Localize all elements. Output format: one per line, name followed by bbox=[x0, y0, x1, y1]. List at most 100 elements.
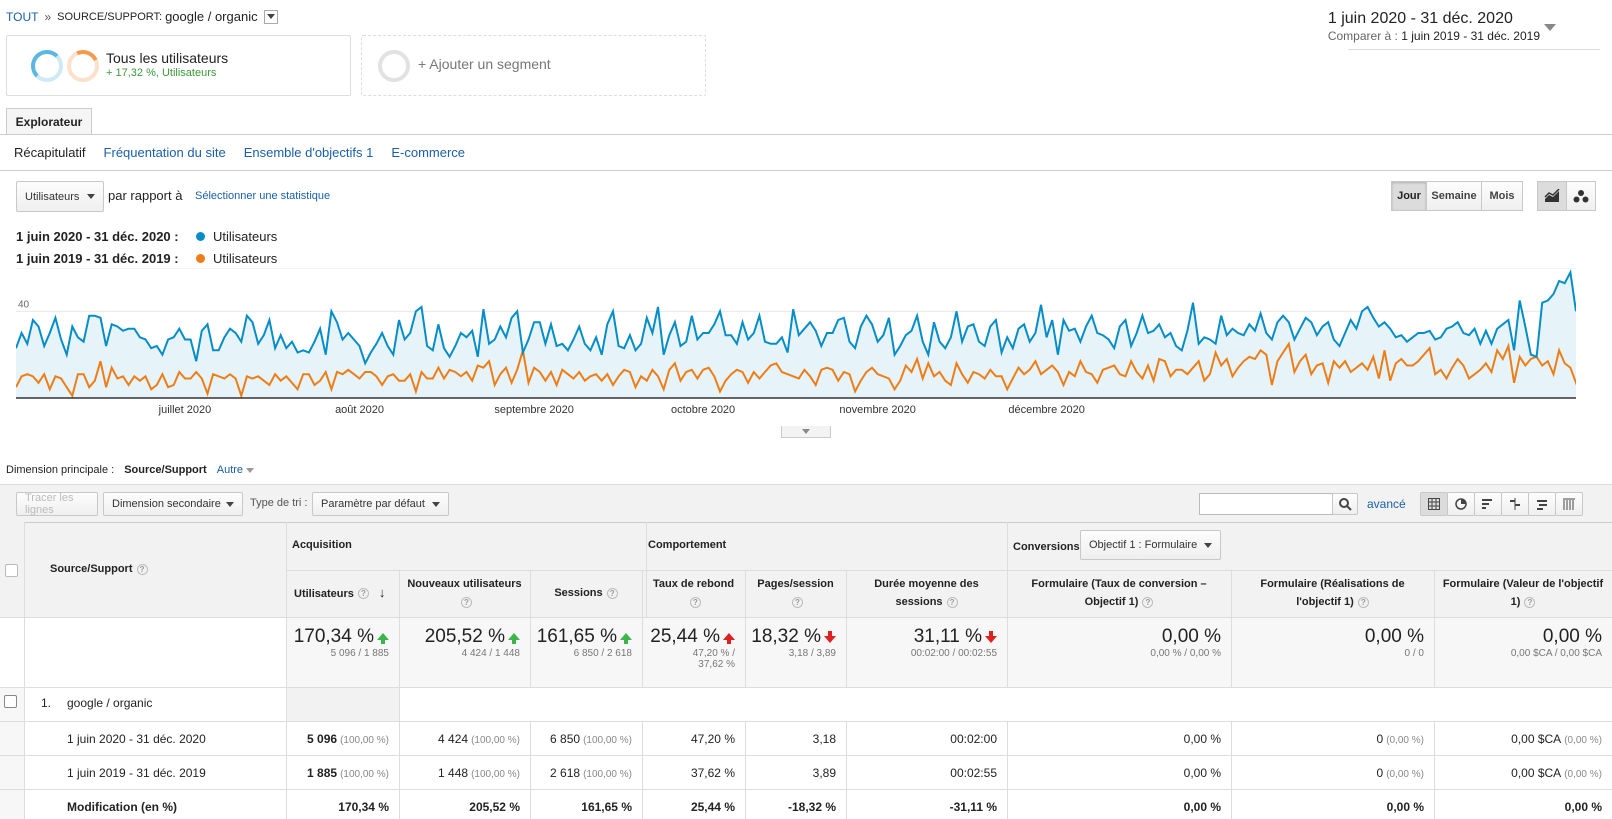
tab-divider bbox=[0, 134, 1612, 135]
legend-dot bbox=[196, 254, 205, 263]
col-header-new-users[interactable]: Nouveaux utilisateurs? bbox=[399, 570, 530, 616]
date-range-picker[interactable]: 1 juin 2020 - 31 déc. 2020 Comparer à : … bbox=[1328, 10, 1540, 43]
breadcrumb-root-link[interactable]: TOUT bbox=[6, 10, 38, 24]
advanced-filter-link[interactable]: avancé bbox=[1367, 497, 1406, 511]
x-tick-label: décembre 2020 bbox=[1008, 404, 1084, 416]
cell-form-completions: 0,00 % bbox=[1386, 800, 1424, 814]
segment-all-users[interactable]: Tous les utilisateurs + 17,32 %, Utilisa… bbox=[6, 35, 351, 96]
term-cloud-view-button[interactable] bbox=[1528, 492, 1556, 516]
breadcrumb-dropdown-button[interactable] bbox=[263, 9, 278, 24]
legend-previous: 1 juin 2019 - 31 déc. 2019 : Utilisateur… bbox=[16, 251, 277, 266]
row-checkbox[interactable] bbox=[4, 695, 17, 708]
arrow-down-icon bbox=[985, 631, 997, 644]
help-icon[interactable]: ? bbox=[136, 563, 148, 575]
col-header-users[interactable]: Utilisateurs? ↓ bbox=[286, 570, 399, 616]
versus-label: par rapport à bbox=[108, 188, 183, 203]
pivot-view-button[interactable] bbox=[1555, 492, 1583, 516]
granularity-week-button[interactable]: Semaine bbox=[1426, 181, 1482, 211]
total-form-completions: 0,00 % 0 / 0 bbox=[1231, 626, 1424, 659]
subtab-goal-set[interactable]: Ensemble d'objectifs 1 bbox=[244, 145, 374, 160]
col-header-bounce-rate[interactable]: Taux de rebond? bbox=[642, 570, 745, 616]
primary-dimension-row: Dimension principale : Source/Support Au… bbox=[6, 464, 255, 476]
x-tick-label: septembre 2020 bbox=[494, 404, 574, 416]
help-icon[interactable]: ? bbox=[461, 596, 472, 608]
granularity-month-button[interactable]: Mois bbox=[1481, 181, 1523, 211]
search-button[interactable] bbox=[1332, 493, 1358, 515]
line-chart-icon bbox=[1544, 189, 1560, 202]
sort-arrow-down-icon[interactable]: ↓ bbox=[379, 585, 386, 600]
metric-select[interactable]: Utilisateurs bbox=[16, 181, 104, 212]
legend-period: 1 juin 2019 - 31 déc. 2019 : bbox=[16, 251, 179, 266]
add-segment-button[interactable]: + Ajouter un segment bbox=[361, 35, 706, 96]
cell-avg-session-duration: 00:02:00 bbox=[950, 732, 997, 746]
metric-select-value: Utilisateurs bbox=[25, 190, 80, 203]
subtab-ecommerce[interactable]: E-commerce bbox=[391, 145, 465, 160]
chart-collapse-handle[interactable] bbox=[781, 426, 831, 438]
segment-change: + 17,32 %, Utilisateurs bbox=[106, 67, 217, 79]
breadcrumb-dimension: SOURCE/SUPPORT: bbox=[57, 10, 163, 23]
total-compare: 4 424 / 1 448 bbox=[461, 648, 520, 659]
col-header-form-value[interactable]: Formulaire (Valeur de l'objectif 1)? bbox=[1434, 570, 1612, 616]
row-dimension-link[interactable]: google / organic bbox=[67, 696, 152, 710]
breadcrumb-value: google / organic bbox=[165, 9, 258, 24]
select-all-checkbox[interactable] bbox=[5, 564, 18, 577]
total-pages-per-session: 18,32 % 3,18 / 3,89 bbox=[745, 626, 836, 659]
primary-dimension-current[interactable]: Source/Support bbox=[124, 464, 207, 476]
dim-header[interactable]: Source/Support? bbox=[50, 563, 148, 575]
total-value: 0,00 % bbox=[1364, 626, 1424, 647]
arrow-up-icon bbox=[377, 633, 389, 645]
pie-view-button[interactable] bbox=[1447, 492, 1475, 516]
col-header-form-completions[interactable]: Formulaire (Réalisations de l'objectif 1… bbox=[1231, 570, 1434, 616]
help-icon[interactable]: ? bbox=[690, 596, 701, 608]
comparison-view-button[interactable] bbox=[1501, 492, 1529, 516]
comparison-icon bbox=[1510, 498, 1520, 510]
col-header-pages-per-session[interactable]: Pages/session? bbox=[745, 570, 846, 616]
help-icon[interactable]: ? bbox=[946, 596, 958, 608]
help-icon[interactable]: ? bbox=[606, 587, 618, 599]
empty-ring-icon bbox=[378, 50, 410, 82]
select-stat-link[interactable]: Sélectionner une statistique bbox=[195, 190, 330, 202]
col-header-sessions[interactable]: Sessions? bbox=[530, 570, 642, 616]
secondary-dimension-select[interactable]: Dimension secondaire bbox=[103, 492, 243, 516]
help-icon[interactable]: ? bbox=[792, 596, 803, 608]
cell-pages-per-session: -18,32 % bbox=[787, 800, 836, 814]
line-chart-button[interactable] bbox=[1537, 181, 1567, 211]
cell-users: 170,34 % bbox=[338, 800, 389, 814]
total-users: 170,34 % 5 096 / 1 885 bbox=[286, 626, 389, 659]
plot-rows-button[interactable]: Tracer les lignes bbox=[16, 492, 98, 516]
y-tick-label: 40 bbox=[18, 299, 30, 310]
total-compare: 0,00 $CA / 0,00 $CA bbox=[1510, 648, 1602, 659]
total-value: 161,65 % bbox=[536, 626, 617, 647]
users-line-chart[interactable]: 204060juillet 2020août 2020septembre 202… bbox=[16, 268, 1576, 428]
primary-dimension-other[interactable]: Autre bbox=[217, 464, 255, 476]
arrow-up-icon bbox=[508, 633, 520, 645]
series-area bbox=[16, 272, 1576, 398]
help-icon[interactable]: ? bbox=[1357, 596, 1369, 608]
sort-type-select[interactable]: Paramètre par défaut bbox=[312, 492, 449, 516]
tab-explorer[interactable]: Explorateur bbox=[6, 108, 92, 135]
help-icon[interactable]: ? bbox=[1524, 596, 1536, 608]
total-value: 170,34 % bbox=[293, 626, 374, 647]
goal-select[interactable]: Objectif 1 : Formulaire bbox=[1080, 530, 1221, 560]
col-header-form-conversion-rate[interactable]: Formulaire (Taux de conversion – Objecti… bbox=[1007, 570, 1231, 616]
chevron-down-icon bbox=[226, 501, 234, 507]
total-value: 31,11 % bbox=[913, 626, 982, 647]
total-sessions: 161,65 % 6 850 / 2 618 bbox=[530, 626, 632, 659]
chevron-down-icon[interactable] bbox=[1544, 24, 1556, 31]
compare-label: Comparer à : bbox=[1327, 29, 1398, 43]
table-view-button[interactable] bbox=[1420, 492, 1448, 516]
chevron-down-icon bbox=[246, 468, 255, 473]
subtab-summary[interactable]: Récapitulatif bbox=[14, 145, 86, 160]
performance-view-button[interactable] bbox=[1474, 492, 1502, 516]
motion-chart-button[interactable] bbox=[1566, 181, 1596, 211]
help-icon[interactable]: ? bbox=[357, 588, 369, 600]
granularity-day-button[interactable]: Jour bbox=[1391, 181, 1427, 211]
total-compare: 47,20 % / bbox=[692, 648, 735, 659]
date-range-underline bbox=[1348, 48, 1600, 50]
legend-metric: Utilisateurs bbox=[213, 251, 278, 266]
help-icon[interactable]: ? bbox=[1142, 596, 1154, 608]
col-header-avg-session-duration[interactable]: Durée moyenne des sessions? bbox=[846, 570, 1007, 616]
subtab-site-usage[interactable]: Fréquentation du site bbox=[104, 145, 226, 160]
table-search-input[interactable] bbox=[1199, 493, 1333, 515]
cell-form-completions: 0 (0,00 %) bbox=[1376, 732, 1424, 746]
